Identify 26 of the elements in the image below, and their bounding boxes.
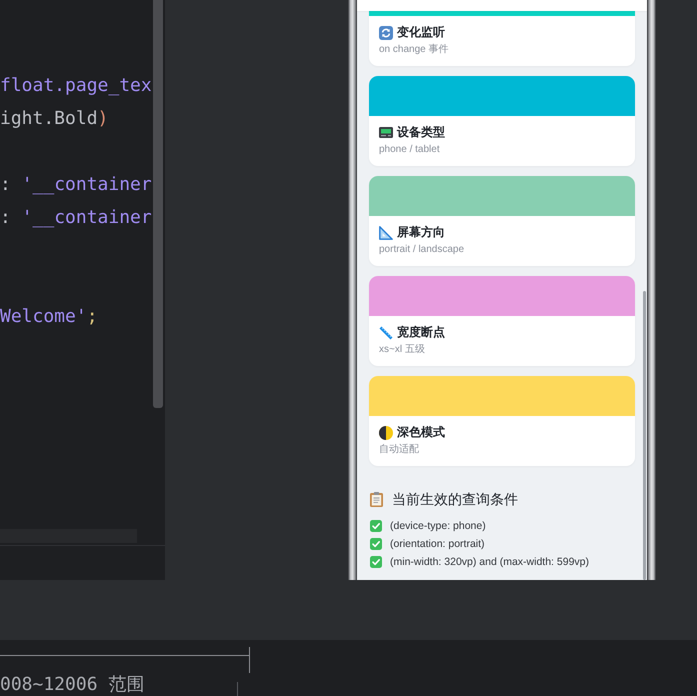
code-line: float.page_tex <box>0 74 152 96</box>
code-line: Welcome'; <box>0 306 98 328</box>
card-subtitle: portrait / landscape <box>379 243 464 256</box>
card-subtitle: on change 事件 <box>379 43 448 56</box>
card-subtitle: xs~xl 五级 <box>379 343 425 356</box>
condition-text: (orientation: portrait) <box>390 537 485 551</box>
clipboard-icon <box>370 492 383 506</box>
card-subtitle: 自动适配 <box>379 443 419 456</box>
card-subtitle: phone / tablet <box>379 143 440 156</box>
card-title: 深色模式 <box>397 425 445 440</box>
pager-icon <box>379 127 393 138</box>
scrollbar-thumb[interactable] <box>153 0 163 408</box>
condition-text: (min-width: 320vp) and (max-width: 599vp) <box>390 555 589 569</box>
code-line: : '__container <box>0 174 152 196</box>
code-line: ight.Bold) <box>0 108 108 130</box>
card-title: 变化监听 <box>397 25 445 40</box>
sync-icon <box>379 26 393 40</box>
half-moon-icon <box>379 426 393 440</box>
terminal-line: 008~12006 范围 <box>0 674 144 696</box>
section-title: 当前生效的查询条件 <box>392 490 518 508</box>
card-title: 宽度断点 <box>397 325 445 340</box>
ruler-icon <box>379 326 393 340</box>
condition-text: (device-type: phone) <box>390 519 486 533</box>
card-title: 设备类型 <box>397 125 445 140</box>
code-line: : '__container <box>0 206 152 228</box>
card-title: 屏幕方向 <box>397 225 445 240</box>
